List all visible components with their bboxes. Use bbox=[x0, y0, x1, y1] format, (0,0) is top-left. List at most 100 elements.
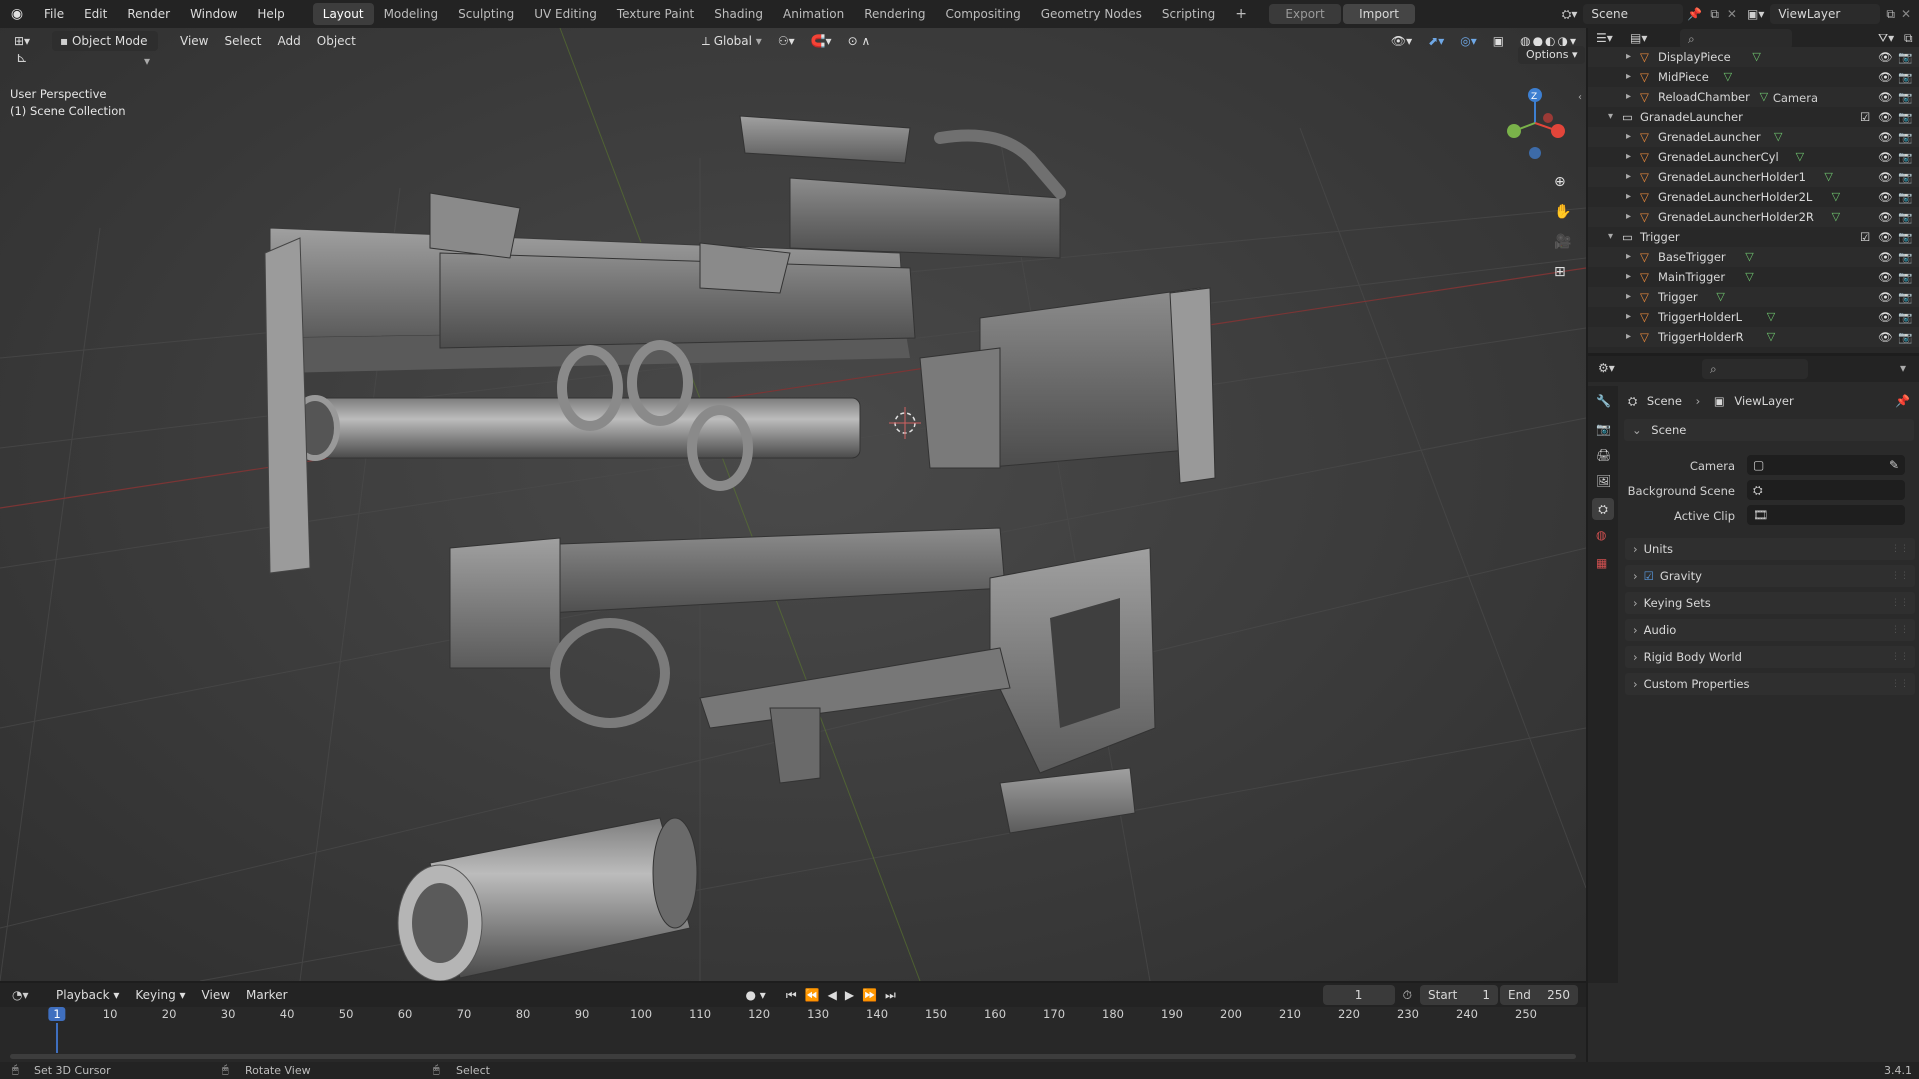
mesh-data-icon[interactable]: ▽ bbox=[1774, 127, 1782, 147]
menu-file[interactable]: File bbox=[34, 0, 74, 28]
mesh-data-icon[interactable]: ▽ bbox=[1767, 307, 1775, 327]
outliner-editor-icon[interactable]: ☰▾ bbox=[1596, 31, 1613, 45]
expand-toggle-icon[interactable]: ▸ bbox=[1626, 287, 1631, 307]
tool-icon[interactable]: ⊾ bbox=[16, 50, 28, 66]
render-visibility-icon[interactable]: 📷 bbox=[1898, 267, 1912, 287]
render-visibility-icon[interactable]: 📷 bbox=[1898, 327, 1912, 347]
xray-toggle-icon[interactable]: ▣ bbox=[1485, 34, 1512, 48]
zoom-icon[interactable]: ⊕ bbox=[1554, 174, 1566, 190]
render-visibility-icon[interactable]: 📷 bbox=[1898, 287, 1912, 307]
render-visibility-icon[interactable]: 📷 bbox=[1898, 247, 1912, 267]
gravity-checkbox[interactable]: ☑ bbox=[1644, 569, 1654, 583]
expand-toggle-icon[interactable]: ▾ bbox=[1608, 107, 1613, 127]
render-visibility-icon[interactable]: 📷 bbox=[1898, 147, 1912, 167]
visibility-eye-icon[interactable]: 👁 bbox=[1878, 227, 1893, 247]
playhead[interactable]: 1 bbox=[48, 1007, 66, 1021]
expand-toggle-icon[interactable]: ▸ bbox=[1626, 267, 1631, 287]
new-scene-icon[interactable]: ⧉ bbox=[1710, 7, 1719, 22]
tab-geometry-nodes[interactable]: Geometry Nodes bbox=[1031, 3, 1152, 25]
panel-custom-properties[interactable]: › Custom Properties ⋮⋮ bbox=[1625, 673, 1915, 695]
visibility-eye-icon[interactable]: 👁 bbox=[1878, 307, 1893, 327]
mesh-data-icon[interactable]: ▽ bbox=[1767, 327, 1775, 347]
timeline-editor-icon[interactable]: ◔▾ bbox=[12, 988, 42, 1002]
menu-select[interactable]: Select bbox=[216, 34, 269, 48]
outliner-object-row[interactable]: ▸ ▽ MainTrigger ▽ 👁 📷 bbox=[1588, 267, 1919, 287]
visibility-eye-icon[interactable]: 👁 bbox=[1878, 87, 1893, 107]
start-frame-field[interactable]: Start 1 bbox=[1420, 985, 1498, 1005]
tab-compositing[interactable]: Compositing bbox=[935, 3, 1030, 25]
object-mode-dropdown[interactable]: ▪ Object Mode ▾ bbox=[52, 31, 158, 68]
expand-toggle-icon[interactable]: ▸ bbox=[1626, 307, 1631, 327]
visibility-eye-icon[interactable]: 👁 bbox=[1878, 107, 1893, 127]
outliner-object-row[interactable]: ▸ ▽ TriggerHolderR ▽ 👁 📷 bbox=[1588, 327, 1919, 347]
outliner-object-row[interactable]: ▸ ▽ GrenadeLauncherHolder2L ▽ 👁 📷 bbox=[1588, 187, 1919, 207]
mesh-data-icon[interactable]: ▽ bbox=[1716, 287, 1724, 307]
menu-render[interactable]: Render bbox=[117, 0, 180, 28]
tab-sculpting[interactable]: Sculpting bbox=[448, 3, 524, 25]
menu-playback[interactable]: Playback ▾ bbox=[48, 988, 127, 1002]
drag-handle-icon[interactable]: ⋮⋮ bbox=[1891, 565, 1909, 587]
blender-logo-icon[interactable]: ◉ bbox=[0, 6, 34, 22]
menu-marker[interactable]: Marker bbox=[238, 988, 295, 1002]
panel-units[interactable]: › Units ⋮⋮ bbox=[1625, 538, 1915, 560]
pin-icon[interactable]: 📌 bbox=[1687, 7, 1702, 21]
jump-end-icon[interactable]: ⏭ bbox=[885, 988, 896, 1003]
expand-toggle-icon[interactable]: ▸ bbox=[1626, 187, 1631, 207]
tab-layout[interactable]: Layout bbox=[312, 3, 374, 25]
mesh-data-icon[interactable]: ▽ bbox=[1745, 247, 1753, 267]
gizmo-toggle-icon[interactable]: ⬈▾ bbox=[1420, 34, 1452, 48]
expand-toggle-icon[interactable]: ▸ bbox=[1626, 47, 1631, 67]
mesh-data-icon[interactable]: ▽ bbox=[1724, 67, 1732, 87]
mesh-data-icon[interactable]: ▽ bbox=[1824, 167, 1832, 187]
panel-audio[interactable]: › Audio ⋮⋮ bbox=[1625, 619, 1915, 641]
visibility-eye-icon[interactable]: 👁 bbox=[1878, 247, 1893, 267]
outliner-search-input[interactable]: ⌕ bbox=[1680, 29, 1792, 49]
menu-add[interactable]: Add bbox=[270, 34, 309, 48]
expand-toggle-icon[interactable]: ▸ bbox=[1626, 127, 1631, 147]
editor-type-icon[interactable]: ⊞▾ bbox=[14, 34, 42, 48]
eyedropper-icon[interactable]: ✎ bbox=[1889, 455, 1905, 475]
tab-scripting[interactable]: Scripting bbox=[1152, 3, 1225, 25]
render-visibility-icon[interactable]: 📷 bbox=[1898, 67, 1912, 87]
menu-window[interactable]: Window bbox=[180, 0, 247, 28]
jump-keyframe-back-icon[interactable]: ⏪ bbox=[805, 988, 820, 1002]
import-button[interactable]: Import bbox=[1343, 4, 1416, 24]
view-layer-icon[interactable]: ▣▾ bbox=[1747, 7, 1764, 21]
visibility-eye-icon[interactable]: 👁 bbox=[1878, 127, 1893, 147]
panel-keying-sets[interactable]: › Keying Sets ⋮⋮ bbox=[1625, 592, 1915, 614]
outliner-object-row[interactable]: ▸ ▽ GrenadeLauncherCyl ▽ 👁 📷 bbox=[1588, 147, 1919, 167]
visibility-eye-icon[interactable]: 👁 bbox=[1878, 47, 1893, 67]
expand-toggle-icon[interactable]: ▸ bbox=[1626, 67, 1631, 87]
outliner-object-row[interactable]: ▸ ▽ GrenadeLauncherHolder2R ▽ 👁 📷 bbox=[1588, 207, 1919, 227]
render-visibility-icon[interactable]: 📷 bbox=[1898, 227, 1912, 247]
menu-keying[interactable]: Keying ▾ bbox=[127, 988, 193, 1002]
tab-texture-paint[interactable]: Texture Paint bbox=[607, 3, 704, 25]
filter-icon[interactable]: ⛛▾ bbox=[1878, 31, 1894, 46]
tab-animation[interactable]: Animation bbox=[773, 3, 854, 25]
tab-uv-editing[interactable]: UV Editing bbox=[524, 3, 607, 25]
camera-view-icon[interactable]: 🎥 bbox=[1554, 234, 1571, 250]
menu-help[interactable]: Help bbox=[247, 0, 294, 28]
drag-handle-icon[interactable]: ⋮⋮ bbox=[1891, 619, 1909, 641]
ortho-toggle-icon[interactable]: ⊞ bbox=[1554, 264, 1566, 280]
visibility-eye-icon[interactable]: 👁 bbox=[1878, 287, 1893, 307]
mesh-data-icon[interactable]: ▽ bbox=[1832, 187, 1840, 207]
transform-orientation-dropdown[interactable]: ⟂ Global ▾ bbox=[694, 34, 770, 49]
add-workspace-button[interactable]: + bbox=[1225, 3, 1257, 25]
render-visibility-icon[interactable]: 📷 bbox=[1898, 187, 1912, 207]
mesh-data-icon[interactable]: ▽ bbox=[1796, 147, 1804, 167]
tool-tab-icon[interactable]: 🔧 bbox=[1596, 394, 1611, 408]
camera-field[interactable]: ▢ ✎ bbox=[1747, 455, 1905, 475]
drag-handle-icon[interactable]: ⋮⋮ bbox=[1891, 646, 1909, 668]
options-button[interactable]: Options ▾ bbox=[1518, 46, 1586, 64]
drag-handle-icon[interactable]: ⋮⋮ bbox=[1891, 592, 1909, 614]
mesh-data-icon[interactable]: ▽ bbox=[1752, 47, 1760, 67]
expand-toggle-icon[interactable]: ▸ bbox=[1626, 87, 1631, 107]
visibility-eye-icon[interactable]: 👁 bbox=[1878, 207, 1893, 227]
drag-handle-icon[interactable]: ⋮⋮ bbox=[1891, 673, 1909, 695]
timeline-scrollbar[interactable] bbox=[10, 1054, 1576, 1059]
new-collection-icon[interactable]: ⧉ bbox=[1904, 31, 1913, 46]
background-scene-field[interactable]: ⛭ bbox=[1747, 480, 1905, 500]
outliner-object-row[interactable]: ▸ ▽ Trigger ▽ 👁 📷 bbox=[1588, 287, 1919, 307]
render-tab-icon[interactable]: 📷 bbox=[1596, 422, 1611, 436]
